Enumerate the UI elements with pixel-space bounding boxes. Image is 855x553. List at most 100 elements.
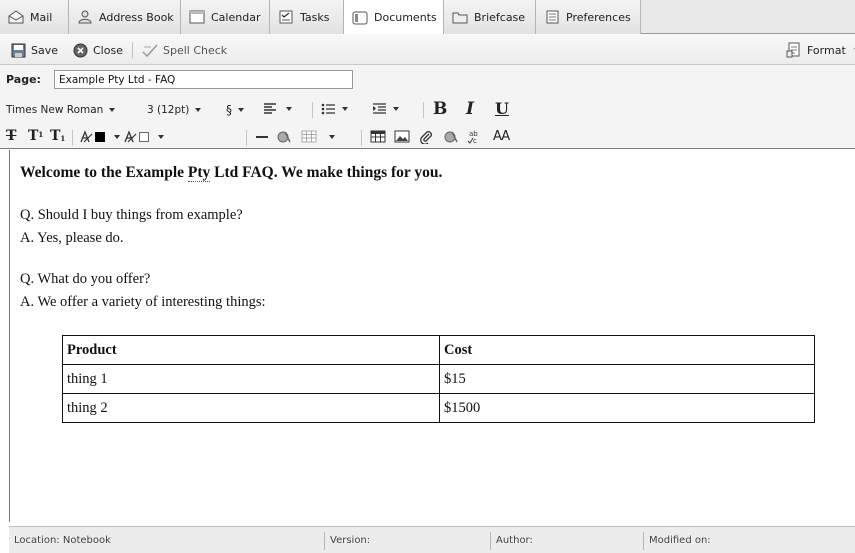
font-family-value: Times New Roman bbox=[6, 104, 104, 116]
chevron-down-icon bbox=[393, 107, 399, 111]
faq-question: Q. Should I buy things from example? bbox=[20, 207, 243, 223]
section-icon: § bbox=[226, 103, 232, 117]
chevron-down-icon bbox=[109, 108, 116, 112]
tab-briefcase[interactable]: Briefcase bbox=[444, 0, 536, 34]
heading-text-start: Welcome to the Example bbox=[20, 164, 188, 181]
subscript-icon: T bbox=[50, 128, 61, 144]
tab-tasks[interactable]: Tasks bbox=[270, 0, 344, 34]
font-size-select[interactable]: 3 (12pt) bbox=[147, 104, 202, 116]
toolbar-separator bbox=[361, 130, 362, 146]
toolbar-separator bbox=[72, 130, 73, 146]
paragraph-style-select[interactable]: § bbox=[226, 103, 244, 117]
chevron-down-icon bbox=[195, 108, 202, 112]
page-title-row: Page: bbox=[0, 65, 855, 93]
product-table: Product Cost thing 1 $15 thing 2 $1500 bbox=[62, 335, 815, 423]
alignment-select[interactable] bbox=[263, 103, 292, 115]
horizontal-rule-button[interactable] bbox=[255, 131, 269, 143]
tab-mail[interactable]: Mail bbox=[0, 0, 69, 34]
table-cell: $15 bbox=[439, 364, 815, 394]
table-header-cell: Cost bbox=[439, 335, 815, 365]
superscript-mark: 1 bbox=[38, 129, 44, 139]
bold-button[interactable]: B bbox=[433, 99, 447, 119]
paperclip-icon bbox=[419, 130, 433, 144]
tab-label: Address Book bbox=[99, 10, 174, 24]
horizontal-rule-icon bbox=[255, 131, 269, 143]
font-family-select[interactable]: Times New Roman bbox=[6, 104, 116, 116]
status-version: Version: bbox=[324, 532, 490, 550]
close-label: Close bbox=[93, 43, 123, 57]
attach-button[interactable] bbox=[419, 130, 433, 144]
toolbar-separator bbox=[246, 130, 247, 146]
highlight-color-select[interactable] bbox=[124, 130, 164, 144]
tab-label: Documents bbox=[374, 11, 437, 24]
chevron-down-icon bbox=[114, 135, 120, 139]
faq-question: Q. What do you offer? bbox=[20, 271, 151, 287]
svg-text:c: c bbox=[473, 137, 477, 144]
strikethrough-button[interactable]: T bbox=[6, 128, 16, 144]
table-cell: $1500 bbox=[439, 393, 815, 423]
insert-special-icon bbox=[276, 130, 292, 144]
insert-link-button[interactable] bbox=[443, 130, 459, 144]
align-left-icon bbox=[263, 103, 277, 115]
faq-answer: A. We offer a variety of interesting thi… bbox=[20, 294, 266, 310]
chevron-down-icon bbox=[158, 135, 164, 139]
text-color-icon bbox=[80, 130, 110, 144]
tab-calendar[interactable]: Calendar bbox=[181, 0, 270, 34]
chevron-down-icon bbox=[342, 107, 348, 111]
spell-check-label: Spell Check bbox=[163, 43, 228, 57]
tab-preferences[interactable]: Preferences bbox=[536, 0, 641, 34]
spell-check-abc-icon: ab c bbox=[467, 129, 485, 144]
highlight-color-icon bbox=[124, 130, 154, 144]
heading-misspelled-word: Pty bbox=[187, 164, 211, 182]
table-cell: thing 1 bbox=[62, 364, 440, 394]
formatting-toolbar-secondary: T T1 T1 ab c AA bbox=[0, 127, 855, 149]
insert-table-button[interactable] bbox=[370, 130, 386, 143]
close-icon bbox=[73, 43, 88, 58]
text-color-select[interactable] bbox=[80, 130, 120, 144]
close-button[interactable]: Close bbox=[73, 41, 123, 59]
app-tab-bar: Mail Address Book Calendar Tasks Documen… bbox=[0, 0, 855, 35]
chevron-down-icon bbox=[329, 134, 335, 139]
spell-check-inline-button[interactable]: ab c bbox=[467, 129, 485, 144]
tab-label: Preferences bbox=[566, 10, 631, 24]
tab-label: Tasks bbox=[300, 10, 330, 24]
status-location: Location: Notebook bbox=[14, 535, 111, 546]
underline-button[interactable]: U bbox=[495, 99, 509, 118]
tab-label: Calendar bbox=[211, 10, 261, 24]
link-icon bbox=[443, 130, 459, 144]
table-properties-select[interactable] bbox=[301, 130, 335, 143]
documents-icon bbox=[352, 11, 368, 25]
superscript-button[interactable]: T1 bbox=[28, 128, 43, 144]
italic-button[interactable]: I bbox=[466, 99, 474, 119]
preferences-icon bbox=[544, 10, 560, 24]
format-label: Format bbox=[807, 43, 846, 57]
spell-check-button[interactable]: Spell Check bbox=[142, 41, 227, 59]
save-label: Save bbox=[31, 43, 59, 57]
table-row: thing 1 $15 bbox=[62, 364, 815, 394]
tab-address-book[interactable]: Address Book bbox=[69, 0, 181, 34]
toolbar-separator bbox=[132, 42, 133, 58]
subscript-button[interactable]: T1 bbox=[50, 128, 65, 144]
change-case-button[interactable]: AA bbox=[493, 129, 510, 144]
toolbar-separator bbox=[423, 102, 424, 118]
indent-select[interactable] bbox=[372, 103, 399, 115]
spell-check-icon bbox=[142, 43, 158, 58]
page-title-input[interactable] bbox=[54, 70, 353, 89]
list-style-select[interactable] bbox=[321, 103, 348, 115]
address-book-icon bbox=[77, 10, 93, 24]
table-grid-icon bbox=[301, 130, 317, 143]
chevron-down-icon bbox=[238, 108, 244, 112]
insert-image-button[interactable] bbox=[394, 130, 410, 143]
document-editor[interactable]: Welcome to the Example Pty Ltd FAQ. We m… bbox=[9, 150, 855, 522]
strikethrough-icon: T bbox=[6, 128, 17, 144]
tab-documents[interactable]: Documents bbox=[344, 0, 444, 35]
underline-icon: U bbox=[495, 99, 509, 118]
status-bar: Location: Notebook Version: Author: Modi… bbox=[9, 526, 855, 553]
save-button[interactable]: Save bbox=[11, 41, 58, 59]
formatting-toolbar: Times New Roman 3 (12pt) § B I U bbox=[0, 93, 855, 127]
image-icon bbox=[394, 130, 410, 143]
faq-answer: A. Yes, please do. bbox=[20, 230, 124, 246]
format-menu-button[interactable]: Format bbox=[786, 41, 855, 59]
save-icon bbox=[11, 43, 26, 58]
insert-special-button[interactable] bbox=[276, 130, 292, 144]
